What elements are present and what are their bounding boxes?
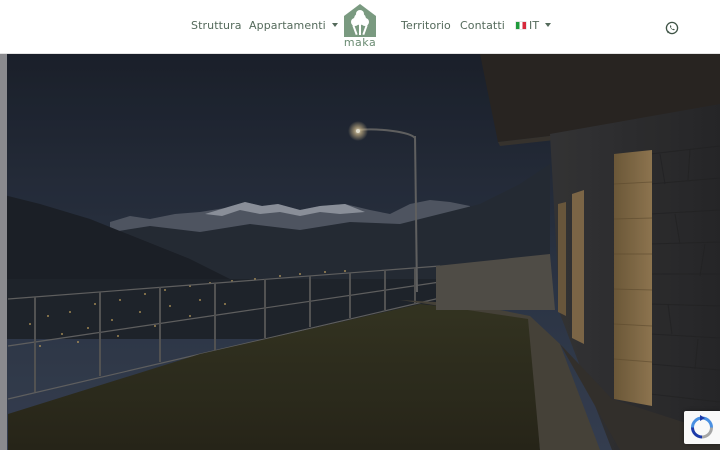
night-mountain-terrace-photo bbox=[0, 54, 720, 450]
recaptcha-icon bbox=[691, 415, 713, 439]
left-edge-bar bbox=[0, 54, 7, 450]
nav-struttura[interactable]: Struttura bbox=[191, 19, 242, 32]
whatsapp-icon bbox=[665, 21, 679, 35]
nav-struttura-label: Struttura bbox=[191, 19, 242, 32]
chevron-down-icon bbox=[545, 23, 552, 27]
recaptcha-badge[interactable] bbox=[684, 411, 720, 444]
italy-flag-icon bbox=[516, 22, 526, 29]
nav-contatti-label: Contatti bbox=[460, 19, 505, 32]
nav-appartamenti-label: Appartamenti bbox=[249, 19, 326, 32]
tree-house-logo-icon bbox=[344, 4, 376, 37]
hero-image bbox=[0, 54, 720, 450]
site-logo[interactable]: maka bbox=[341, 3, 379, 51]
site-header: Struttura Appartamenti maka Territorio C… bbox=[0, 0, 720, 54]
chevron-down-icon bbox=[331, 23, 338, 27]
nav-appartamenti[interactable]: Appartamenti bbox=[249, 19, 338, 32]
language-label: IT bbox=[529, 19, 540, 32]
nav-contatti[interactable]: Contatti bbox=[460, 19, 505, 32]
nav-territorio-label: Territorio bbox=[401, 19, 451, 32]
nav-territorio[interactable]: Territorio bbox=[401, 19, 451, 32]
logo-wordmark: maka bbox=[343, 36, 377, 49]
whatsapp-button[interactable] bbox=[665, 20, 679, 35]
language-selector[interactable]: IT bbox=[516, 19, 552, 32]
